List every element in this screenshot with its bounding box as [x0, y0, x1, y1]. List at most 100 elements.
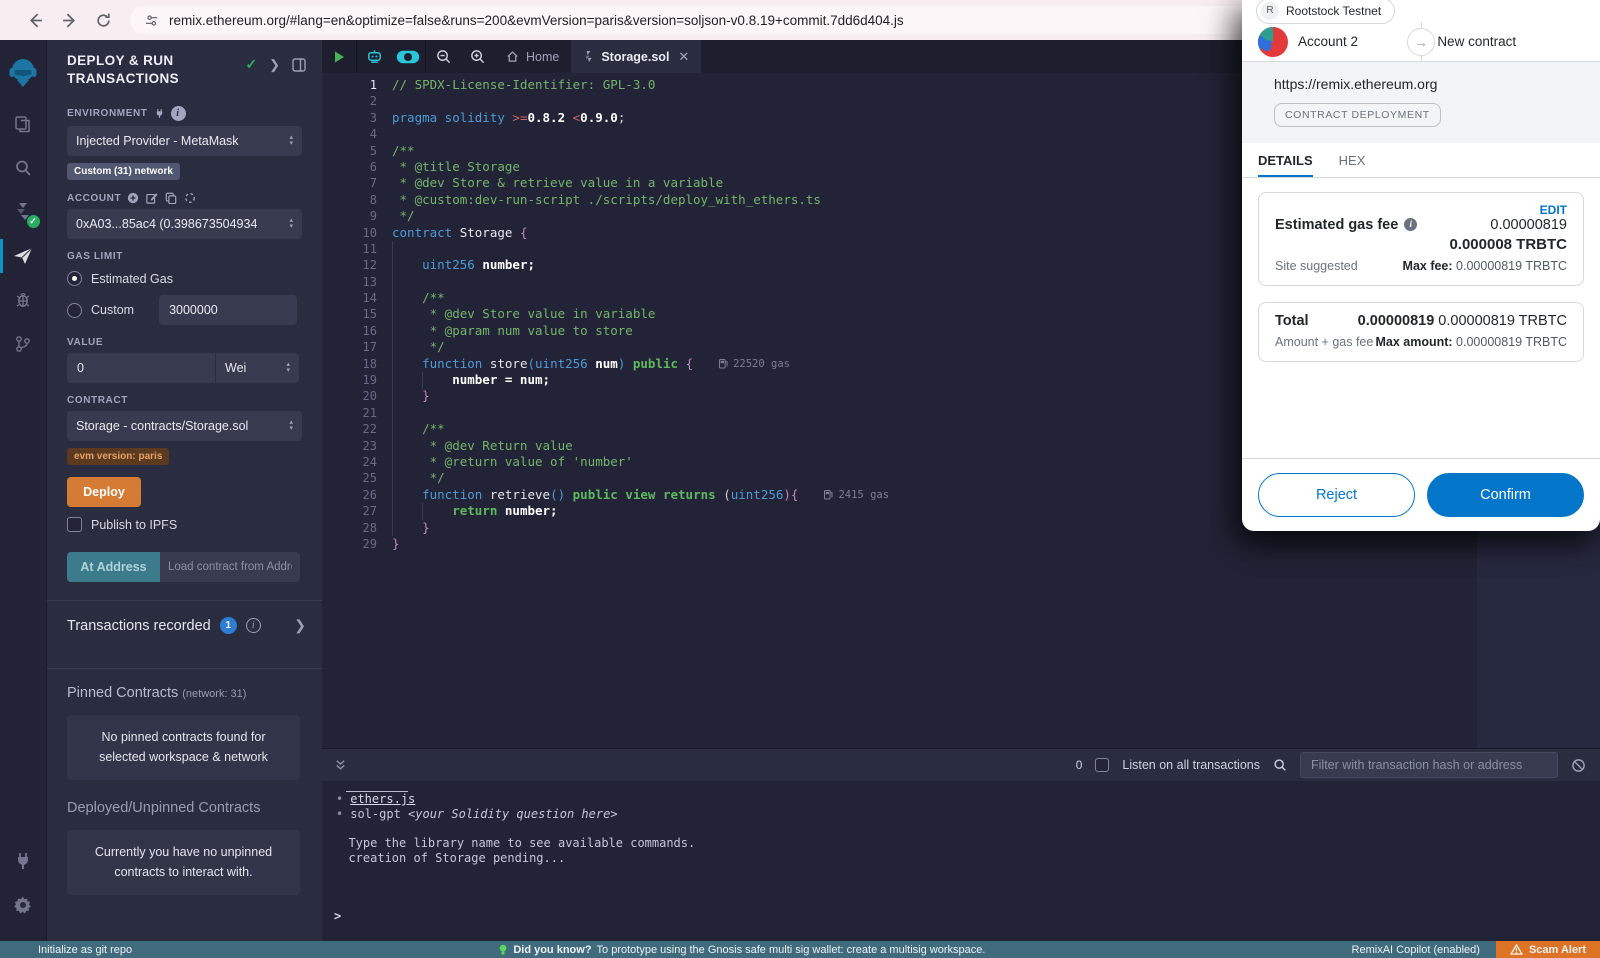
tx-type-badge: CONTRACT DEPLOYMENT: [1274, 103, 1441, 127]
deploy-button[interactable]: Deploy: [67, 477, 141, 507]
deploy-and-run-icon[interactable]: [0, 234, 47, 278]
line-number: 5: [322, 143, 377, 159]
site-suggested-label: Site suggested: [1275, 259, 1358, 273]
account-select[interactable]: 0xA03...85ac4 (0.398673504934 ▴▾: [67, 209, 302, 239]
solidity-file-icon: [583, 50, 594, 63]
custom-gas-input[interactable]: [159, 295, 297, 325]
environment-select[interactable]: Injected Provider - MetaMask ▴▾: [67, 126, 302, 156]
edit-gas-button[interactable]: EDIT: [1275, 203, 1567, 217]
reject-button[interactable]: Reject: [1258, 473, 1415, 517]
gas-fee-card: EDIT Estimated gas fee i 0.00000819 0.00…: [1258, 192, 1584, 286]
line-number: 4: [322, 126, 377, 142]
back-icon[interactable]: [18, 7, 52, 33]
tab-storage-sol[interactable]: Storage.sol ✕: [571, 40, 701, 73]
at-address-input[interactable]: [160, 552, 300, 582]
confirm-button[interactable]: Confirm: [1427, 473, 1584, 517]
copy-address-icon[interactable]: [165, 192, 177, 204]
transaction-count: 0: [1076, 758, 1083, 772]
gas-fee-currency: 0.000008 TRBTC: [1275, 236, 1567, 253]
max-amount: Max amount: 0.00000819 TRBTC: [1375, 335, 1567, 349]
line-number: 26: [322, 487, 377, 503]
value-input[interactable]: [67, 353, 215, 383]
line-number: 3: [322, 110, 377, 126]
estimated-gas-option[interactable]: Estimated Gas: [67, 271, 302, 286]
zoom-out-icon[interactable]: [426, 40, 460, 73]
line-number: 7: [322, 175, 377, 191]
terminal-prompt[interactable]: >: [334, 909, 341, 923]
value-label: VALUE: [67, 337, 302, 348]
clear-console-icon[interactable]: [1571, 758, 1586, 773]
solidity-compiler-icon[interactable]: ✓: [0, 190, 47, 234]
value-unit-select[interactable]: Wei ▴▾: [215, 353, 299, 383]
debugger-icon[interactable]: [0, 278, 47, 322]
chevron-right-icon[interactable]: ❯: [269, 57, 280, 73]
copilot-status[interactable]: RemixAI Copilot (enabled): [1352, 944, 1496, 956]
account-route-row: Account 2 → New contract: [1242, 22, 1600, 62]
terminal-filter-input[interactable]: [1300, 752, 1558, 778]
plugin-manager-icon[interactable]: [0, 839, 47, 883]
loading-spinner-icon: [184, 192, 196, 204]
active-plugin-indicator: [0, 239, 3, 273]
sign-message-icon[interactable]: [146, 192, 158, 204]
network-avatar: R: [1261, 2, 1279, 20]
estimated-gas-radio[interactable]: [67, 271, 82, 286]
terminal-line: Type the library name to see available c…: [334, 836, 1600, 851]
settings-gear-icon[interactable]: [0, 883, 47, 927]
chevron-right-icon[interactable]: ❯: [294, 617, 306, 634]
line-number: 12: [322, 257, 377, 273]
collapse-terminal-icon[interactable]: [334, 758, 347, 772]
custom-gas-radio[interactable]: [67, 303, 82, 318]
origin-section: https://remix.ethereum.org CONTRACT DEPL…: [1242, 62, 1600, 143]
copilot-toggle[interactable]: [391, 40, 425, 73]
close-tab-icon[interactable]: ✕: [678, 49, 689, 65]
transactions-recorded-row[interactable]: Transactions recorded 1 i ❯: [47, 601, 322, 650]
terminal-line: [346, 783, 408, 792]
forward-icon[interactable]: [52, 7, 86, 33]
add-account-icon[interactable]: [127, 192, 139, 204]
plug-icon[interactable]: [154, 108, 165, 119]
environment-label: ENVIRONMENT i: [67, 106, 302, 121]
git-init-button[interactable]: Initialize as git repo: [0, 944, 132, 956]
scam-alert-button[interactable]: Scam Alert: [1496, 941, 1600, 958]
remix-logo-icon[interactable]: [0, 50, 47, 94]
did-you-know-tip: Did you know? To prototype using the Gno…: [498, 944, 985, 956]
gas-limit-label: GAS LIMIT: [67, 251, 302, 262]
terminal[interactable]: •ethers.js•sol-gpt <your Solidity questi…: [322, 781, 1600, 941]
compile-success-badge: ✓: [27, 215, 40, 228]
deployed-empty-message: Currently you have no unpinned contracts…: [67, 830, 300, 895]
line-number: 24: [322, 454, 377, 470]
custom-gas-option[interactable]: Custom: [67, 295, 302, 325]
terminal-search-icon[interactable]: [1273, 758, 1287, 772]
tab-hex[interactable]: HEX: [1339, 153, 1366, 177]
line-number: 10: [322, 225, 377, 241]
at-address-button[interactable]: At Address: [67, 552, 160, 582]
tab-details[interactable]: DETAILS: [1258, 153, 1313, 177]
address-bar[interactable]: remix.ethereum.org/#lang=en&optimize=fal…: [130, 6, 1270, 34]
environment-info-icon[interactable]: i: [171, 106, 186, 121]
network-pill[interactable]: R Rootstock Testnet: [1256, 0, 1395, 24]
line-number: 19: [322, 372, 377, 388]
site-settings-icon[interactable]: [144, 13, 159, 28]
line-number: 21: [322, 405, 377, 421]
gas-info-icon[interactable]: i: [1404, 218, 1417, 231]
reload-icon[interactable]: [86, 7, 120, 33]
git-icon[interactable]: [0, 322, 47, 366]
zoom-in-icon[interactable]: [460, 40, 494, 73]
line-number: 25: [322, 470, 377, 486]
line-number: 18: [322, 356, 377, 372]
select-stepper-icon: ▴▾: [286, 362, 290, 374]
search-icon[interactable]: [0, 146, 47, 190]
amount-gas-label: Amount + gas fee: [1275, 335, 1373, 349]
run-script-icon[interactable]: [322, 40, 356, 73]
pin-panel-icon[interactable]: [292, 58, 306, 72]
transactions-info-icon[interactable]: i: [246, 618, 261, 633]
gas-estimate-annotation: 2415 gas: [824, 487, 889, 503]
publish-ipfs-option[interactable]: Publish to IPFS: [67, 517, 302, 532]
ai-copilot-icon[interactable]: [357, 40, 391, 73]
tab-home[interactable]: Home: [494, 40, 571, 73]
publish-ipfs-checkbox[interactable]: [67, 517, 82, 532]
network-badge: Custom (31) network: [67, 163, 180, 180]
file-explorer-icon[interactable]: [0, 102, 47, 146]
listen-all-checkbox[interactable]: [1095, 758, 1109, 772]
contract-select[interactable]: Storage - contracts/Storage.sol ▴▾: [67, 411, 302, 441]
